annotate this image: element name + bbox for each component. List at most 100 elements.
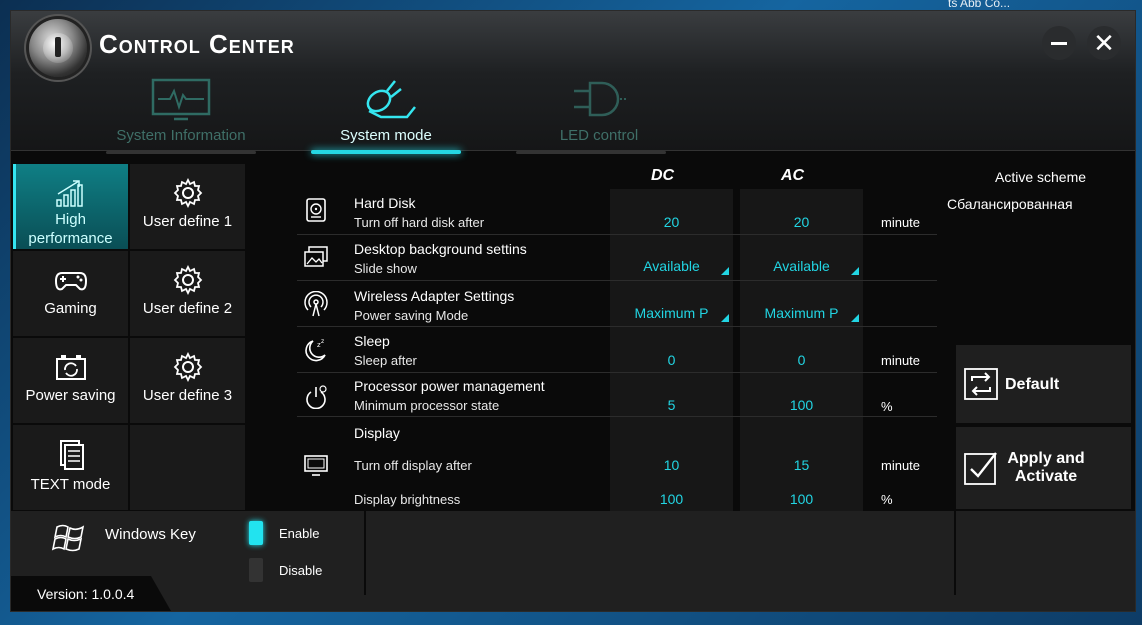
tab-indicator-inactive <box>106 151 256 154</box>
desktop-corner-text: ts Abb Co... <box>948 0 1011 10</box>
windows-key-enable-toggle[interactable] <box>249 521 263 545</box>
default-button[interactable]: Default <box>956 345 1131 423</box>
active-scheme-value: Сбалансированная <box>947 196 1073 212</box>
setting-sub: Sleep after <box>354 353 417 368</box>
setting-unit: minute <box>881 458 921 473</box>
display-off-dc-value[interactable]: 10 <box>610 457 733 473</box>
column-header-ac: AC <box>781 167 805 184</box>
close-icon: ✕ <box>1093 28 1115 58</box>
sleep-dc-value[interactable]: 0 <box>610 352 733 368</box>
signal-bars-icon <box>55 180 83 207</box>
setting-unit: minute <box>881 215 921 230</box>
bulb-plug-icon <box>366 80 416 119</box>
tab-led-control[interactable]: LED control <box>519 71 679 151</box>
mode-high-performance[interactable]: High performance <box>13 164 128 249</box>
mode-power-saving[interactable]: Power saving <box>13 338 128 423</box>
setting-name: Hard Disk <box>354 195 416 211</box>
mode-text[interactable]: TEXT mode <box>13 425 128 510</box>
windows-logo-icon <box>51 524 85 552</box>
checkmark-icon <box>964 452 997 485</box>
row-divider <box>297 372 937 373</box>
mode-label: TEXT mode <box>30 476 111 493</box>
tab-indicator-active <box>311 150 461 154</box>
hard-disk-icon <box>306 198 326 222</box>
minimize-button[interactable] <box>1042 26 1076 60</box>
mode-gaming[interactable]: Gaming <box>13 251 128 336</box>
document-icon <box>59 440 84 470</box>
display-off-ac-value[interactable]: 15 <box>740 457 863 473</box>
hard-disk-ac-value[interactable]: 20 <box>740 214 863 230</box>
setting-name: Processor power management <box>354 378 545 394</box>
setting-name: Display <box>354 425 400 441</box>
swap-arrows-icon <box>964 368 998 400</box>
setting-sub: Minimum processor state <box>354 398 500 413</box>
processor-power-icon <box>306 385 327 409</box>
setting-unit: % <box>881 492 893 507</box>
row-divider <box>297 280 937 281</box>
slideshow-icon <box>304 246 328 267</box>
default-button-label: Default <box>1005 376 1060 393</box>
wireless-ac-dropdown[interactable]: Maximum P <box>740 305 863 322</box>
slideshow-ac-dropdown[interactable]: Available <box>740 258 863 275</box>
mode-user-define-3[interactable]: User define 3 <box>130 338 245 423</box>
active-scheme-label: Active scheme <box>995 169 1087 185</box>
bottom-divider <box>954 511 956 595</box>
wireless-dc-dropdown[interactable]: Maximum P <box>610 305 733 322</box>
mode-empty-slot <box>130 425 245 510</box>
row-divider <box>297 234 937 235</box>
close-button[interactable]: ✕ <box>1087 26 1121 60</box>
minimize-icon <box>1051 41 1067 45</box>
apply-button-label: Apply and Activate <box>1001 450 1091 486</box>
tab-label: System Information <box>116 127 246 144</box>
app-logo <box>29 19 87 77</box>
brightness-dc-value[interactable]: 100 <box>610 491 733 507</box>
tab-label: System mode <box>340 127 432 144</box>
display-icon <box>304 455 328 476</box>
gear-icon <box>173 178 202 208</box>
setting-unit: minute <box>881 353 921 368</box>
mode-label: User define 3 <box>142 387 233 404</box>
monitor-pulse-icon <box>151 78 211 121</box>
mode-label: User define 1 <box>142 213 233 230</box>
windows-key-disable-toggle[interactable] <box>249 558 263 582</box>
mode-label: Gaming <box>44 300 97 317</box>
control-center-window: Control Center ✕ System Information Syst… <box>10 10 1136 612</box>
setting-name: Wireless Adapter Settings <box>354 288 515 304</box>
setting-unit: % <box>881 399 893 414</box>
svg-text:z: z <box>321 338 324 345</box>
processor-ac-value[interactable]: 100 <box>740 397 863 413</box>
processor-dc-value[interactable]: 5 <box>610 397 733 413</box>
tab-system-mode[interactable]: System mode <box>306 71 466 151</box>
sleep-ac-value[interactable]: 0 <box>740 352 863 368</box>
mode-user-define-2[interactable]: User define 2 <box>130 251 245 336</box>
setting-sub: Turn off hard disk after <box>354 215 485 230</box>
apply-label-line1: Apply and <box>1007 450 1085 467</box>
slideshow-dc-dropdown[interactable]: Available <box>610 258 733 275</box>
sleep-moon-icon: z z <box>305 338 326 362</box>
wireless-icon <box>304 291 328 317</box>
setting-sub: Turn off display after <box>354 458 472 473</box>
setting-sub: Power saving Mode <box>354 308 469 323</box>
disable-label: Disable <box>279 563 323 578</box>
apply-label-line2: Activate <box>1014 468 1078 485</box>
setting-name: Sleep <box>354 333 390 349</box>
windows-key-label: Windows Key <box>105 526 196 543</box>
apply-activate-button[interactable]: Apply and Activate <box>956 427 1131 509</box>
enable-label: Enable <box>279 526 320 541</box>
mode-label: High performance <box>28 211 113 247</box>
brightness-ac-value[interactable]: 100 <box>740 491 863 507</box>
tab-system-information[interactable]: System Information <box>101 71 261 151</box>
gear-icon <box>173 352 202 382</box>
tab-label: LED control <box>559 127 639 144</box>
bottom-divider <box>364 511 366 595</box>
mode-user-define-1[interactable]: User define 1 <box>130 164 245 249</box>
app-title: Control Center <box>99 29 295 59</box>
tab-indicator-inactive <box>516 151 666 154</box>
mode-label: Power saving <box>25 387 116 404</box>
setting-name: Desktop background settins <box>354 241 527 257</box>
version-text: Version: 1.0.0.4 <box>37 586 135 602</box>
column-header-dc: DC <box>651 167 675 184</box>
row-divider <box>297 416 937 417</box>
hard-disk-dc-value[interactable]: 20 <box>610 214 733 230</box>
setting-sub: Slide show <box>354 261 417 276</box>
